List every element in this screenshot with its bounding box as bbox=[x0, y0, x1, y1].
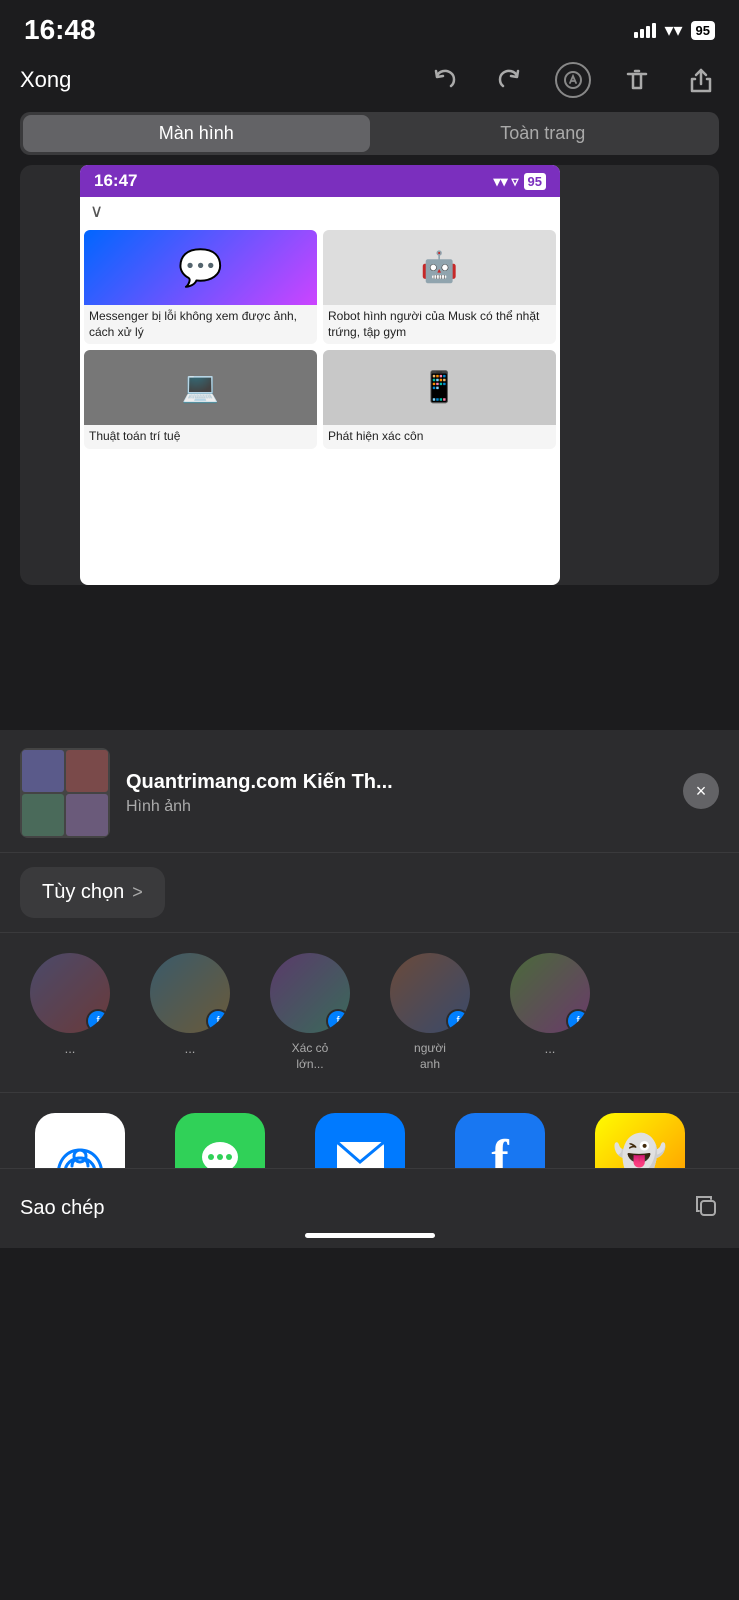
contact-item-2[interactable]: f ... bbox=[140, 953, 240, 1072]
home-indicator bbox=[305, 1233, 435, 1238]
inner-chevron: ∨ bbox=[80, 197, 560, 226]
news-caption-3: Thuật toán trí tuệ bbox=[84, 425, 317, 449]
options-label: Tùy chọn bbox=[42, 881, 124, 904]
toolbar: Xong bbox=[0, 54, 739, 106]
share-subtitle: Hình ảnh bbox=[126, 798, 719, 816]
inner-status-icons: ▾▾ ▿ 95 bbox=[494, 173, 546, 190]
news-item-3: 💻 Thuật toán trí tuệ bbox=[84, 350, 317, 449]
contact-name-1: ... bbox=[65, 1041, 76, 1056]
news-thumb-2: 🤖 bbox=[323, 230, 556, 305]
status-icons: ▾▾ 95 bbox=[634, 20, 715, 41]
contact-item-3[interactable]: f Xác cỏlớn... bbox=[260, 953, 360, 1072]
news-grid: 💬 Messenger bị lỗi không xem được ảnh, c… bbox=[80, 226, 560, 453]
share-sheet: Quantrimang.com Kiến Th... Hình ảnh × Tù… bbox=[0, 730, 739, 1248]
annotate-button[interactable] bbox=[555, 62, 591, 98]
news-thumb-3: 💻 bbox=[84, 350, 317, 425]
done-button[interactable]: Xong bbox=[20, 67, 71, 93]
redo-button[interactable] bbox=[491, 62, 527, 98]
inner-battery: 95 bbox=[524, 173, 546, 190]
segment-screen[interactable]: Màn hình bbox=[23, 115, 370, 152]
contact-name-5: ... bbox=[545, 1041, 556, 1056]
contact-name-4: ngườianh bbox=[414, 1041, 446, 1072]
signal-icon bbox=[634, 22, 656, 38]
news-caption-4: Phát hiện xác côn bbox=[323, 425, 556, 449]
contact-badge-5: f bbox=[566, 1009, 590, 1033]
delete-button[interactable] bbox=[619, 62, 655, 98]
contact-name-3: Xác cỏlớn... bbox=[292, 1041, 329, 1072]
contacts-row: f ... f ... f Xác cỏlớn... bbox=[0, 933, 739, 1093]
bottom-action-row: Sao chép bbox=[0, 1168, 739, 1248]
contact-avatar-3: f bbox=[270, 953, 350, 1033]
share-info: Quantrimang.com Kiến Th... Hình ảnh bbox=[110, 771, 719, 816]
segment-fullpage[interactable]: Toàn trang bbox=[370, 115, 717, 152]
options-section: Tùy chọn > bbox=[0, 853, 739, 933]
contact-item-5[interactable]: f ... bbox=[500, 953, 600, 1072]
share-thumbnail bbox=[20, 748, 110, 838]
news-thumb-1: 💬 bbox=[84, 230, 317, 305]
inner-time: 16:47 bbox=[94, 171, 137, 191]
options-chevron-icon: > bbox=[132, 882, 143, 903]
toolbar-actions bbox=[427, 62, 719, 98]
inner-status-bar: 16:47 ▾▾ ▿ 95 bbox=[80, 165, 560, 197]
options-button[interactable]: Tùy chọn > bbox=[20, 867, 165, 918]
share-button[interactable] bbox=[683, 62, 719, 98]
undo-button[interactable] bbox=[427, 62, 463, 98]
battery-indicator: 95 bbox=[691, 21, 715, 40]
contact-item-1[interactable]: f ... bbox=[20, 953, 120, 1072]
contact-avatar-1: f bbox=[30, 953, 110, 1033]
contact-item-4[interactable]: f ngườianh bbox=[380, 953, 480, 1072]
contact-avatar-2: f bbox=[150, 953, 230, 1033]
wifi-icon: ▾▾ bbox=[664, 20, 682, 41]
news-caption-1: Messenger bị lỗi không xem được ảnh, các… bbox=[84, 305, 317, 344]
news-item-4: 📱 Phát hiện xác côn bbox=[323, 350, 556, 449]
news-thumb-4: 📱 bbox=[323, 350, 556, 425]
contact-badge-4: f bbox=[446, 1009, 470, 1033]
news-caption-2: Robot hình người của Musk có thể nhặt tr… bbox=[323, 305, 556, 344]
contact-avatar-5: f bbox=[510, 953, 590, 1033]
screenshot-preview: 16:47 ▾▾ ▿ 95 ∨ 💬 Messenger bị lỗi không… bbox=[20, 165, 719, 585]
share-preview: Quantrimang.com Kiến Th... Hình ảnh × bbox=[0, 730, 739, 853]
status-time: 16:48 bbox=[24, 14, 96, 46]
share-close-button[interactable]: × bbox=[683, 773, 719, 809]
news-item-1: 💬 Messenger bị lỗi không xem được ảnh, c… bbox=[84, 230, 317, 344]
contact-badge-2: f bbox=[206, 1009, 230, 1033]
contact-name-2: ... bbox=[185, 1041, 196, 1056]
segment-control: Màn hình Toàn trang bbox=[20, 112, 719, 155]
inner-phone-preview: 16:47 ▾▾ ▿ 95 ∨ 💬 Messenger bị lỗi không… bbox=[80, 165, 560, 585]
share-title: Quantrimang.com Kiến Th... bbox=[126, 771, 719, 794]
contact-avatar-4: f bbox=[390, 953, 470, 1033]
status-bar: 16:48 ▾▾ 95 bbox=[0, 0, 739, 54]
contact-badge-3: f bbox=[326, 1009, 350, 1033]
copy-label: Sao chép bbox=[20, 1197, 105, 1220]
news-item-2: 🤖 Robot hình người của Musk có thể nhặt … bbox=[323, 230, 556, 344]
copy-icon bbox=[693, 1193, 719, 1225]
contact-badge-1: f bbox=[86, 1009, 110, 1033]
